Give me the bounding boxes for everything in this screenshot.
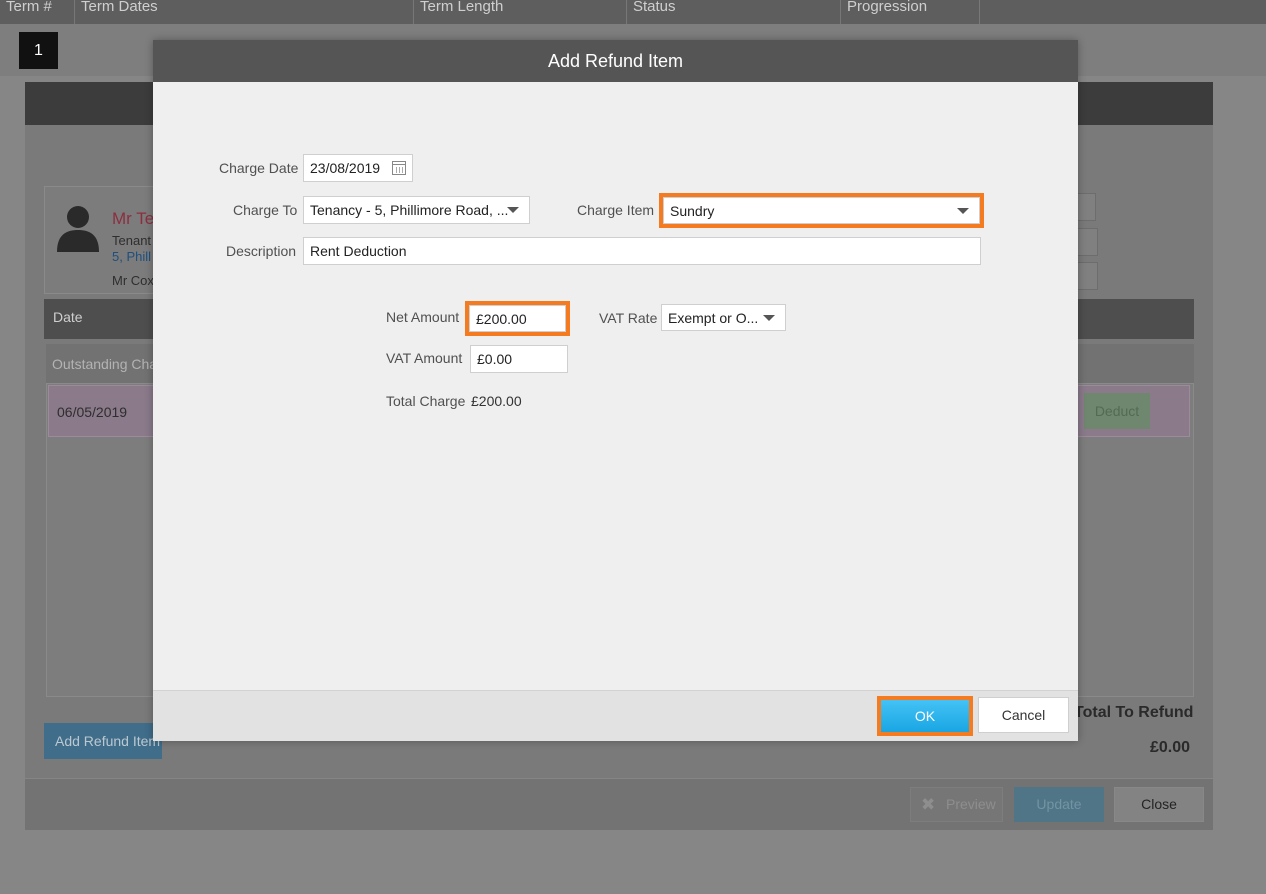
charge-to-select[interactable]: Tenancy - 5, Phillimore Road, ... (303, 196, 530, 224)
charge-date-field[interactable]: 23/08/2019 (303, 154, 413, 182)
charge-to-value: Tenancy - 5, Phillimore Road, ... (310, 202, 509, 218)
charge-date-label: Charge Date (219, 160, 299, 176)
charge-item-label: Charge Item (577, 202, 655, 218)
column-term-length: Term Length (414, 0, 627, 24)
ok-button[interactable]: OK (877, 696, 973, 736)
person-icon (57, 206, 99, 252)
chevron-down-icon (763, 315, 775, 321)
tenant-contact: Mr Cox (112, 273, 154, 288)
description-label: Description (226, 243, 297, 259)
charge-item-select[interactable]: Sundry (659, 193, 984, 228)
row-date: 06/05/2019 (57, 404, 128, 420)
vat-amount-input[interactable]: £0.00 (470, 345, 568, 373)
preview-label: Preview (946, 796, 996, 812)
update-button[interactable]: Update (1014, 787, 1104, 822)
column-progression: Progression (841, 0, 980, 24)
total-charge-value: £200.00 (471, 393, 522, 409)
vat-rate-label: VAT Rate (599, 310, 658, 326)
tenant-address-link[interactable]: 5, Phill (112, 249, 151, 264)
charge-date-value: 23/08/2019 (310, 160, 381, 176)
total-to-refund-label: Total To Refund (1074, 704, 1194, 721)
close-x-icon: ✖ (921, 795, 936, 814)
vat-rate-value: Exempt or O... (668, 310, 759, 326)
column-term-number: Term # (0, 0, 75, 24)
dialog-title: Add Refund Item (153, 40, 1078, 82)
charge-item-value: Sundry (670, 203, 715, 219)
tenant-role: Tenant (112, 233, 152, 248)
close-button[interactable]: Close (1114, 787, 1204, 822)
description-input[interactable]: Rent Deduction (303, 237, 981, 265)
tenant-name[interactable]: Mr Te (112, 209, 154, 229)
preview-button[interactable]: ✖ Preview (910, 787, 1003, 822)
vat-rate-select[interactable]: Exempt or O... (661, 304, 786, 331)
net-amount-input[interactable]: £200.00 (465, 301, 570, 336)
add-refund-item-dialog: Add Refund Item Charge Date 23/08/2019 C… (153, 40, 1078, 741)
chevron-down-icon (957, 208, 969, 214)
net-amount-label: Net Amount (386, 309, 460, 325)
total-charge-label: Total Charge (386, 393, 466, 409)
add-refund-item-button[interactable]: Add Refund Item (44, 723, 162, 759)
total-to-refund-value: £0.00 (1150, 739, 1191, 756)
charge-to-label: Charge To (233, 202, 298, 218)
chevron-down-icon (507, 207, 519, 213)
background-window-footer: ✖ Preview Update Close (25, 778, 1213, 830)
column-term-dates: Term Dates (75, 0, 414, 24)
cancel-button[interactable]: Cancel (978, 697, 1069, 733)
vat-amount-label: VAT Amount (386, 350, 463, 366)
column-status: Status (627, 0, 841, 24)
term-number-badge: 1 (19, 32, 58, 69)
deduct-button[interactable]: Deduct (1084, 393, 1150, 429)
background-table-header: Term # Term Dates Term Length Status Pro… (0, 0, 1266, 24)
calendar-icon[interactable] (392, 161, 406, 175)
